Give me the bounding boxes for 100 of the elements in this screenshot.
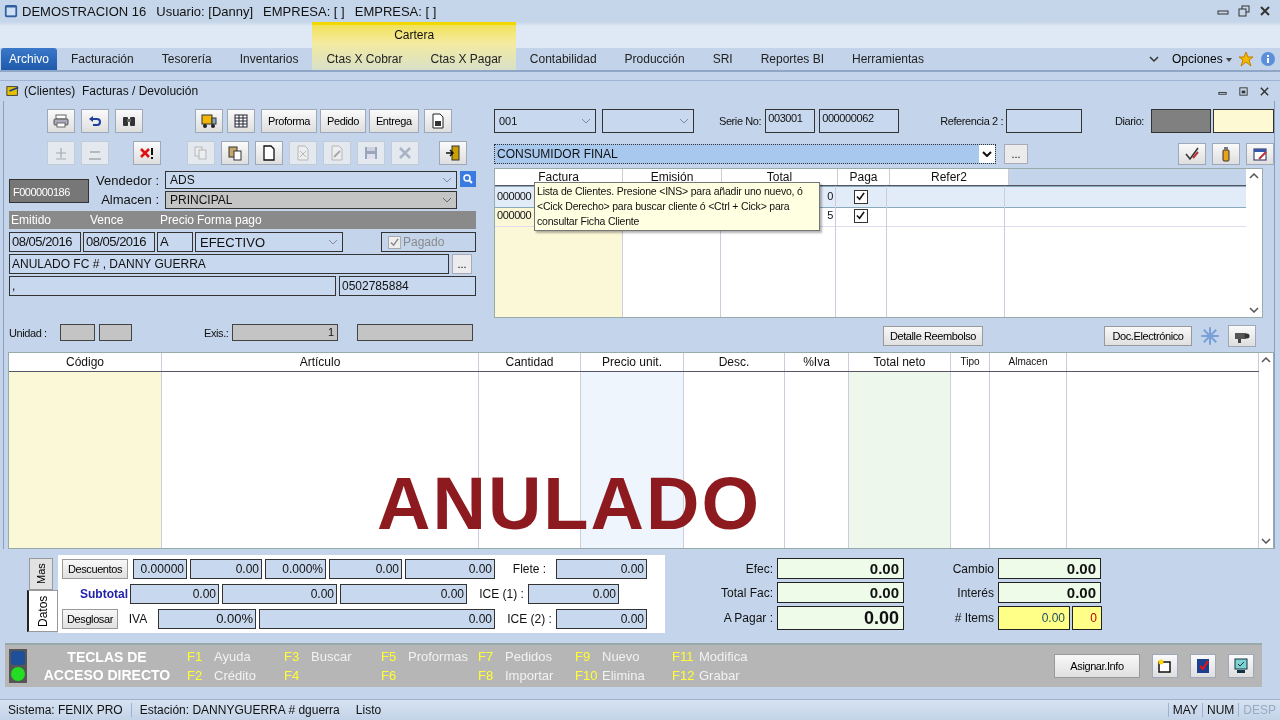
ribbon-tab[interactable]: Reportes BI [746, 48, 838, 70]
amount-field[interactable]: 0.00 [998, 558, 1101, 579]
amount-field[interactable]: 0.00 [340, 584, 467, 604]
date-field[interactable]: 08/05/2016 [9, 232, 81, 252]
more-button[interactable]: ... [1004, 144, 1028, 164]
truck-button[interactable] [195, 109, 223, 133]
number-field[interactable]: 000000062 [819, 109, 900, 133]
exit-button[interactable] [439, 141, 467, 165]
unit-field[interactable] [60, 324, 95, 341]
ribbon-tab[interactable]: Tesorería [147, 48, 226, 70]
amount-field[interactable]: 0.00 [998, 606, 1070, 630]
stock-field[interactable]: 1 [232, 324, 338, 341]
id-field[interactable]: 0502785884 [339, 276, 476, 296]
amount-field[interactable]: 0.00 [998, 582, 1101, 603]
amount-field[interactable]: 0.00 [130, 584, 219, 604]
ribbon-tab[interactable]: Contabilidad [515, 48, 611, 70]
maximize-icon[interactable] [1238, 85, 1249, 97]
checklist-button[interactable] [1190, 654, 1216, 678]
amount-field[interactable]: 0.00 [222, 584, 337, 604]
column-header: Almacen [990, 352, 1067, 371]
series-dropdown[interactable] [601, 109, 694, 133]
report-button[interactable] [423, 109, 452, 133]
stock-field[interactable] [357, 324, 473, 341]
toolbar-button[interactable]: Entrega [368, 109, 419, 133]
assign-info-button[interactable]: Asignar.Info [1054, 654, 1140, 678]
amount-field[interactable]: 0.00 [259, 609, 495, 630]
toolbar-button[interactable]: Pedido [320, 109, 366, 133]
journal-field[interactable] [1213, 109, 1274, 133]
grid-icon [233, 113, 249, 129]
crossed-page-icon [295, 145, 311, 161]
e-document-button[interactable]: Doc.Electrónico [1104, 326, 1192, 346]
options-menu[interactable]: Opciones [1167, 48, 1236, 70]
more-button[interactable]: ... [452, 254, 472, 274]
reference-field[interactable] [1006, 109, 1083, 133]
count-field[interactable]: 0 [1072, 606, 1102, 630]
ribbon-tab[interactable]: Ctas X Cobrar [312, 48, 417, 70]
date-field[interactable]: 08/05/2016 [83, 232, 155, 252]
ribbon-tab[interactable]: Archivo [1, 48, 57, 70]
undo-button[interactable] [81, 109, 109, 133]
amount-field[interactable]: 0.00 [329, 558, 402, 579]
note-field[interactable]: ANULADO FC # , DANNY GUERRA [9, 254, 449, 274]
amount-field[interactable]: 0.00 [777, 582, 904, 603]
chevron-icon[interactable] [1147, 53, 1160, 65]
delete-icon [139, 145, 155, 161]
payment-dropdown[interactable]: EFECTIVO [195, 232, 343, 252]
amount-field[interactable]: 0.000% [265, 558, 326, 579]
side-tab[interactable]: Datos [27, 590, 58, 632]
journal-field[interactable] [1151, 109, 1211, 133]
amount-field[interactable]: 0.00 [405, 558, 495, 579]
new-window-button[interactable] [1152, 654, 1178, 678]
restore-icon[interactable] [1238, 5, 1250, 17]
refund-detail-button[interactable]: Detalle Reembolso [883, 326, 983, 346]
print-button[interactable] [47, 109, 75, 133]
projector-button[interactable] [1228, 325, 1256, 347]
ribbon-tab[interactable]: SRI [698, 48, 747, 70]
amount-field[interactable]: 0.00 [777, 606, 904, 630]
paste-button[interactable] [221, 141, 249, 165]
side-tab[interactable]: Mas [29, 558, 53, 590]
unit-field[interactable] [99, 324, 132, 341]
close-icon[interactable] [1259, 5, 1271, 17]
new-page-button[interactable] [255, 141, 283, 165]
search-icon[interactable] [460, 171, 476, 187]
close-icon[interactable] [1259, 85, 1270, 97]
delete-button[interactable] [133, 141, 161, 165]
ribbon-tab[interactable]: Ctas X Pagar [416, 48, 516, 70]
dropdown-button[interactable] [979, 145, 995, 163]
calendar-button[interactable] [1246, 143, 1274, 165]
warehouse-dropdown[interactable]: PRINCIPAL [165, 191, 457, 209]
ribbon-tab[interactable]: Producción [610, 48, 699, 70]
client-dropdown[interactable]: CONSUMIDOR FINAL [494, 144, 996, 164]
chevron-icon [982, 151, 992, 157]
amount-field[interactable]: 0.00 [777, 558, 904, 579]
series-field[interactable]: 003001 [765, 109, 816, 133]
series-dropdown[interactable]: 001 [494, 109, 596, 133]
ribbon-tab[interactable]: Herramientas [838, 48, 939, 70]
amount-field[interactable]: 0.00 [528, 584, 619, 604]
breakdown-button[interactable]: Desglosar [62, 609, 118, 630]
info-icon[interactable] [1260, 51, 1276, 67]
paid-checkbox[interactable] [853, 209, 868, 223]
toolbar-button[interactable]: Proforma [261, 109, 318, 133]
amount-field[interactable]: 0.00 [190, 558, 262, 579]
star-icon[interactable] [1238, 51, 1254, 67]
amount-field[interactable]: 0.00% [158, 609, 256, 630]
grid-button[interactable] [227, 109, 255, 133]
paid-checkbox[interactable] [853, 190, 868, 204]
price-field[interactable]: A [157, 232, 193, 252]
amount-field[interactable]: 0.00000 [133, 558, 187, 579]
amount-field[interactable]: 0.00 [556, 558, 647, 579]
seller-dropdown[interactable]: ADS [165, 171, 457, 189]
monitor-button[interactable] [1228, 654, 1254, 678]
discounts-button[interactable]: Descuentos [62, 558, 128, 579]
amount-field[interactable]: 0.00 [556, 609, 647, 630]
page-icon [261, 145, 277, 161]
door-icon [445, 145, 461, 161]
edit-button[interactable] [1178, 143, 1206, 165]
bottle-button[interactable] [1212, 143, 1240, 165]
binoculars-button[interactable] [115, 109, 143, 133]
address-field[interactable]: , [9, 276, 336, 296]
ribbon-tab[interactable]: Facturación [57, 48, 148, 70]
ribbon-tab[interactable]: Inventarios [225, 48, 313, 70]
